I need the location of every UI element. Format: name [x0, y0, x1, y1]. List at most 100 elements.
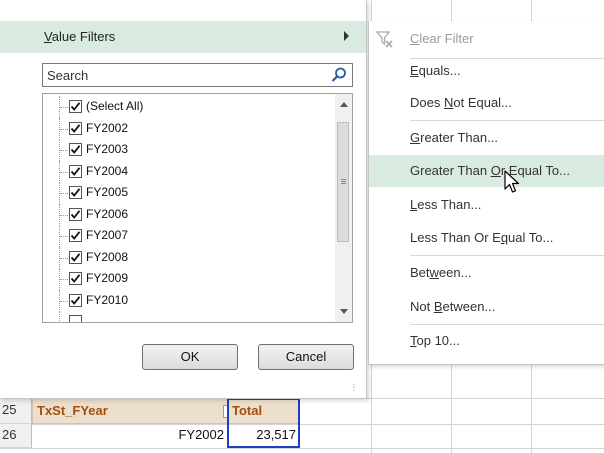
pivot-row-label[interactable]: FY2002: [32, 424, 227, 448]
search-input[interactable]: Search: [42, 63, 353, 87]
filter-item-label: FY2008: [86, 249, 129, 264]
scroll-down-icon[interactable]: [340, 309, 348, 314]
filter-option-label: Less Than Or Equal To...: [410, 230, 554, 245]
grid-line: [0, 448, 604, 449]
tree-branch: [60, 193, 68, 195]
filter-list-item[interactable]: FY2004: [43, 160, 333, 183]
checkbox[interactable]: [69, 121, 82, 135]
search-icon: [331, 67, 346, 82]
search-placeholder: Search: [47, 68, 89, 83]
filter-option-label: Top 10...: [410, 333, 460, 348]
checkbox[interactable]: [69, 315, 82, 322]
filter-items-list[interactable]: (Select All) FY2002 FY2003 FY2004 FY2005 FY20…: [42, 93, 353, 323]
filter-item-label: FY2002: [86, 120, 129, 135]
ok-button[interactable]: OK: [142, 344, 238, 370]
autofilter-dropdown: Value Filters Search (Select All) FY2002 F…: [0, 0, 367, 399]
filter-option-item[interactable]: Equals...: [369, 55, 604, 87]
filter-list-item[interactable]: FY2005: [43, 182, 333, 204]
menu-separator: [410, 255, 604, 256]
checkbox[interactable]: [69, 143, 82, 156]
checkmark-icon: [70, 145, 81, 154]
tree-branch: [60, 150, 68, 152]
checkbox[interactable]: [69, 207, 82, 221]
filter-option-label: Equals...: [410, 63, 461, 78]
row-header-25[interactable]: 25: [0, 398, 32, 424]
tree-branch: [60, 300, 68, 303]
pivot-field-header[interactable]: TxSt_FYear ▼: [32, 398, 237, 424]
checkmark-icon: [70, 209, 81, 219]
checkmark-icon: [70, 252, 81, 262]
filter-option-label: Not Between...: [410, 299, 496, 314]
checkmark-icon: [70, 295, 81, 305]
checkmark-icon: [70, 274, 81, 283]
filter-option-label: Less Than...: [410, 197, 482, 212]
tree-branch: [60, 236, 68, 238]
menu-separator: [410, 324, 604, 325]
filter-item-label: FY2003: [86, 142, 129, 156]
filter-option-label: Between...: [410, 265, 472, 280]
checkmark-icon: [70, 123, 81, 133]
selection-border: [227, 398, 300, 448]
list-scrollbar[interactable]: [335, 94, 352, 322]
checkbox[interactable]: [69, 272, 82, 285]
checkbox[interactable]: [69, 100, 82, 113]
filter-list-item-partial[interactable]: [43, 311, 333, 322]
tree-branch: [60, 107, 68, 109]
cancel-button[interactable]: Cancel: [258, 344, 354, 370]
submenu-arrow-icon: [344, 31, 349, 41]
filter-option-item[interactable]: Greater Than Or Equal To...: [369, 155, 604, 187]
filter-option-item[interactable]: Less Than Or Equal To...: [369, 222, 604, 254]
filter-item-label: FY2006: [86, 206, 129, 221]
row-header-26[interactable]: 26: [0, 424, 32, 448]
filter-option-item[interactable]: Does Not Equal...: [369, 87, 604, 119]
tree-branch: [60, 128, 68, 131]
value-filters-menu-item[interactable]: Value Filters: [0, 21, 366, 53]
filter-item-label: FY2009: [86, 271, 129, 285]
checkbox[interactable]: [69, 293, 82, 307]
tree-branch: [60, 171, 68, 174]
filter-option-label: Greater Than...: [410, 130, 498, 145]
filter-option-label: Does Not Equal...: [410, 95, 512, 110]
checkmark-icon: [70, 188, 81, 197]
scroll-thumb[interactable]: [337, 122, 349, 242]
value-filters-label: Value Filters: [44, 29, 116, 44]
resize-grip-icon[interactable]: ⋮: [350, 383, 358, 392]
clear-filter-icon: [375, 31, 393, 48]
value-filters-submenu: Clear Filter Equals... Does Not Equal... G…: [368, 21, 604, 365]
filter-list-item[interactable]: FY2006: [43, 203, 333, 226]
field-header-label: TxSt_FYear: [37, 403, 108, 418]
clear-filter-label: Clear Filter: [410, 31, 474, 46]
filter-option-item[interactable]: Greater Than...: [369, 122, 604, 154]
scroll-up-icon[interactable]: [340, 102, 348, 107]
checkmark-icon: [70, 166, 81, 176]
filter-list-item[interactable]: FY2008: [43, 246, 333, 269]
filter-list-item[interactable]: (Select All): [43, 96, 333, 118]
checkbox[interactable]: [69, 229, 82, 242]
filter-option-item[interactable]: Between...: [369, 257, 604, 289]
mouse-cursor-icon: [504, 170, 520, 193]
filter-item-label: FY2004: [86, 163, 129, 178]
filter-option-label: Greater Than Or Equal To...: [410, 163, 570, 178]
checkbox[interactable]: [69, 250, 82, 264]
clear-filter-menu-item[interactable]: Clear Filter: [369, 23, 604, 55]
checkmark-icon: [70, 231, 81, 240]
tree-branch: [60, 279, 68, 281]
filter-option-item[interactable]: Less Than...: [369, 189, 604, 221]
tree-branch: [60, 257, 68, 260]
tree-branch: [60, 214, 68, 217]
checkmark-icon: [70, 102, 81, 111]
filter-option-item[interactable]: Top 10...: [369, 325, 604, 357]
filter-item-label: FY2007: [86, 228, 129, 242]
checkbox[interactable]: [69, 186, 82, 199]
filter-list-item[interactable]: FY2007: [43, 225, 333, 247]
filter-item-label: FY2010: [86, 292, 129, 307]
filter-list-item[interactable]: FY2002: [43, 117, 333, 140]
checkbox[interactable]: [69, 164, 82, 178]
filter-list-item[interactable]: FY2003: [43, 139, 333, 161]
filter-list-item[interactable]: FY2009: [43, 268, 333, 290]
menu-separator: [410, 120, 604, 121]
filter-list-item[interactable]: FY2010: [43, 289, 333, 312]
filter-option-item[interactable]: Not Between...: [369, 291, 604, 323]
filter-item-label: FY2005: [86, 185, 129, 199]
filter-item-label: (Select All): [86, 99, 144, 113]
